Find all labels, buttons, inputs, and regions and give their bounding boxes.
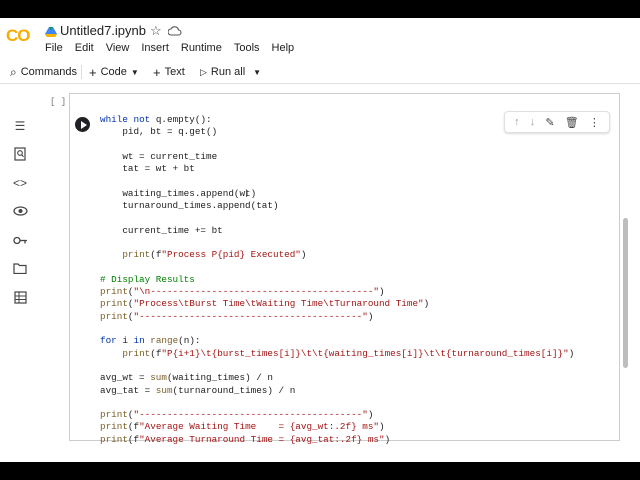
code-line: turnaround_times.append(tat) [100, 200, 279, 212]
run-cell-button[interactable] [75, 117, 90, 132]
menu-runtime[interactable]: Runtime [181, 42, 222, 54]
logo-text: CO [6, 26, 30, 45]
code-line: print(f"Average Waiting Time = {avg_wt:.… [100, 421, 385, 433]
play-icon [80, 120, 87, 129]
toolbar-divider [81, 65, 82, 79]
move-up-icon[interactable]: ↑ [514, 116, 520, 128]
add-code-button[interactable]: + Code ▼ [89, 64, 139, 80]
code-editor[interactable]: while not q.empty(): pid, bt = q.get() w… [100, 114, 574, 446]
menu-edit[interactable]: Edit [75, 42, 94, 54]
chevron-down-icon: ▼ [253, 67, 262, 77]
colab-window: CO Untitled7.ipynb ☆ File Edit View Inse… [0, 18, 640, 462]
code-line: tat = wt + bt [100, 163, 195, 175]
code-line: print(f"Average Turnaround Time = {avg_t… [100, 433, 391, 445]
menu-insert[interactable]: Insert [141, 42, 169, 54]
menu-view[interactable]: View [106, 42, 130, 54]
menu-help[interactable]: Help [272, 42, 295, 54]
cloud-saved-icon[interactable] [168, 25, 182, 37]
run-all-button[interactable]: ▷ Run all ▼ [200, 64, 261, 80]
table-of-contents-icon[interactable]: ☰ [12, 118, 28, 134]
plus-icon: + [89, 64, 97, 80]
plus-icon: + [153, 64, 161, 80]
code-line: print("---------------------------------… [100, 310, 374, 322]
star-icon[interactable]: ☆ [150, 23, 162, 39]
code-line: avg_tat = sum(turnaround_times) / n [100, 384, 296, 396]
cell-execution-count: [ ] [50, 97, 67, 107]
code-line: print("\n-------------------------------… [100, 286, 385, 298]
code-line: current_time += bt [100, 224, 223, 236]
scrollbar[interactable] [623, 218, 628, 368]
move-down-icon[interactable]: ↓ [530, 116, 536, 128]
code-snippets-icon[interactable]: <> [12, 175, 28, 191]
code-label: Code [100, 66, 127, 78]
text-label: Text [164, 66, 185, 78]
delete-icon[interactable]: 🗑 [565, 116, 579, 129]
menu-file[interactable]: File [45, 42, 63, 54]
play-icon: ▷ [200, 66, 207, 77]
data-table-icon[interactable] [12, 289, 28, 305]
code-line: print(f"Process P{pid} Executed") [122, 249, 307, 261]
add-text-button[interactable]: + Text [153, 64, 185, 80]
edit-wand-icon[interactable]: ✎ [545, 116, 554, 129]
files-folder-icon[interactable] [12, 260, 28, 276]
code-line: print("Process\tBurst Time\tWaiting Time… [100, 298, 430, 310]
key-secrets-icon[interactable] [12, 232, 28, 248]
side-rail: ☰ <> [0, 85, 40, 462]
code-line: for i in range(n): [100, 335, 201, 347]
find-replace-icon[interactable] [12, 146, 28, 162]
toolbar: ⌕ Commands + Code ▼ + Text ▷ Run all ▼ [0, 60, 640, 84]
variables-icon[interactable] [12, 203, 28, 219]
commands-label: Commands [20, 66, 77, 78]
commands-button[interactable]: ⌕ Commands [10, 64, 77, 80]
menu-tools[interactable]: Tools [234, 42, 260, 54]
chevron-down-icon: ▼ [130, 67, 139, 77]
more-options-icon[interactable]: ⋮ [589, 116, 600, 129]
code-line: # Display Results [100, 273, 195, 285]
code-line: print(f"P{i+1}\t{burst_times[i]}\t\t{wai… [122, 347, 575, 359]
code-line: print("---------------------------------… [100, 409, 374, 421]
notebook-title[interactable]: Untitled7.ipynb [60, 23, 146, 38]
drive-icon [45, 27, 57, 37]
code-line: avg_wt = sum(waiting_times) / n [100, 372, 273, 384]
code-line: wt = current_time [100, 150, 218, 162]
search-icon: ⌕ [10, 64, 17, 79]
text-cursor-icon: I [245, 188, 249, 200]
colab-logo[interactable]: CO [6, 26, 36, 45]
code-line: waiting_times.append(wt) [100, 187, 257, 199]
menu-bar: File Edit View Insert Runtime Tools Help [45, 42, 306, 54]
run-all-label: Run all [210, 66, 246, 78]
cell-toolbar: ↑ ↓ ✎ 🗑 ⋮ [504, 111, 610, 133]
